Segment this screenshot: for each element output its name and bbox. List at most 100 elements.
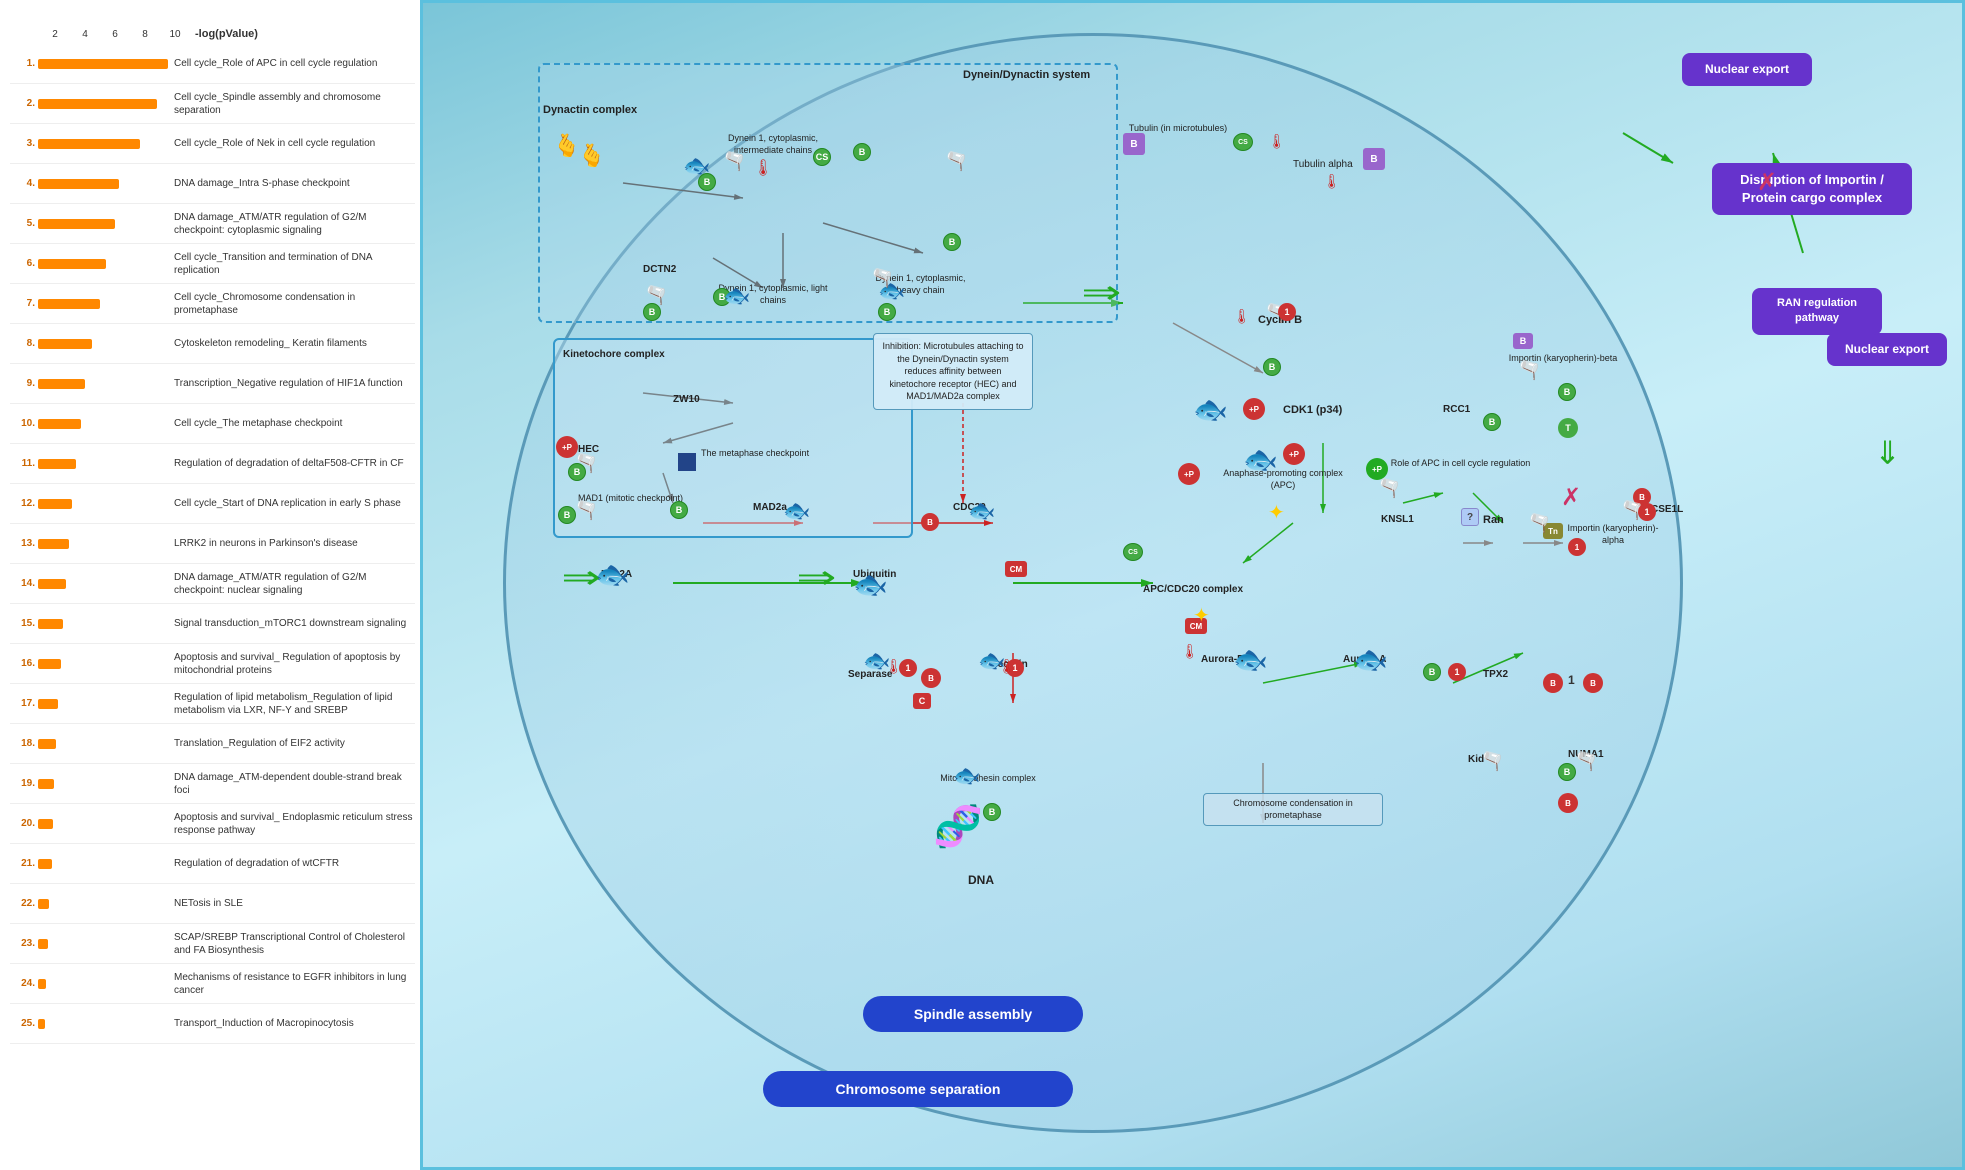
bar-container (38, 297, 168, 311)
list-item: 3.Cell cycle_Role of Nek in cell cycle r… (10, 124, 415, 164)
list-item: 5.DNA damage_ATM/ATR regulation of G2/M … (10, 204, 415, 244)
bar (38, 619, 63, 629)
badge-1-importin: 1 (1568, 538, 1586, 556)
bar (38, 299, 100, 309)
bar (38, 739, 56, 749)
green-arrow-ubiq: ⇒ (796, 558, 836, 596)
row-number: 9. (10, 378, 38, 389)
x-shape-disruption: ✗ (1757, 168, 1777, 197)
row-text: Transcription_Negative regulation of HIF… (168, 377, 415, 390)
protein-apc-role: 🫗 (1378, 478, 1400, 499)
row-number: 25. (10, 1018, 38, 1029)
row-text: Apoptosis and survival_ Regulation of ap… (168, 651, 415, 677)
bar (38, 779, 54, 789)
bar-container (38, 817, 168, 831)
bar (38, 939, 48, 949)
row-text: DNA damage_ATM-dependent double-strand b… (168, 771, 415, 797)
row-number: 10. (10, 418, 38, 429)
row-number: 20. (10, 818, 38, 829)
bar (38, 179, 119, 189)
bar-container (38, 97, 168, 111)
anaphase-apc-label: Anaphase-promoting complex (APC) (1213, 468, 1353, 491)
bar-container (38, 617, 168, 631)
tpx2-label: TPX2 (1483, 668, 1508, 681)
row-number: 15. (10, 618, 38, 629)
badge-1-cse1l: 1 (1638, 503, 1656, 521)
rows-container: 1.Cell cycle_Role of APC in cell cycle r… (10, 44, 415, 1044)
disruption-importin-box: Disruption of Importin / Protein cargo c… (1712, 163, 1912, 215)
ran-label: Ran (1483, 513, 1504, 527)
badge-b-2: B (853, 143, 871, 161)
protein-kid: 🫗 (1481, 751, 1503, 772)
badge-cs-1: CS (813, 148, 831, 166)
row-number: 3. (10, 138, 38, 149)
badge-b-tubulin: B (1363, 148, 1385, 170)
dynein-dynactin-box (538, 63, 1118, 323)
cohesin-label: Mitotic cohesin complex (923, 773, 1053, 785)
bar (38, 219, 115, 229)
badge-p-role-apc: +P (1366, 458, 1388, 480)
bar-container (38, 897, 168, 911)
bar (38, 699, 58, 709)
row-text: Translation_Regulation of EIF2 activity (168, 737, 415, 750)
row-number: 7. (10, 298, 38, 309)
badge-1-aurora-a: 1 (1448, 663, 1466, 681)
list-item: 13.LRRK2 in neurons in Parkinson's disea… (10, 524, 415, 564)
row-number: 11. (10, 458, 38, 469)
row-text: Regulation of degradation of wtCFTR (168, 857, 415, 870)
badge-1-cyclin: 1 (1278, 303, 1296, 321)
star-apc-cdc20: ✦ (1193, 603, 1210, 628)
spindle-assembly-oval: Spindle assembly (863, 996, 1083, 1032)
badge-b-importin-connection: B (1513, 333, 1533, 349)
row-number: 16. (10, 658, 38, 669)
tick-10: 10 (160, 29, 190, 40)
inhibition-box: Inhibition: Microtubules attaching to th… (873, 333, 1033, 410)
tick-8: 8 (130, 29, 160, 40)
row-text: Transport_Induction of Macropinocytosis (168, 1017, 415, 1030)
row-number: 19. (10, 778, 38, 789)
tubulin-micro-label: Tubulin (in microtubules) (1113, 123, 1243, 135)
tubulin-alpha-label: Tubulin alpha (1293, 158, 1353, 171)
axis-label: -log(pValue) (195, 28, 258, 40)
green-arrow-1: ⇒ (1081, 273, 1121, 311)
right-panel[interactable]: Dynactin complex Dynein/Dynactin system … (420, 0, 1965, 1170)
cdk1-label: CDK1 (p34) (1283, 403, 1342, 417)
row-text: Mechanisms of resistance to EGFR inhibit… (168, 971, 415, 997)
bar (38, 659, 61, 669)
bar (38, 59, 168, 69)
list-item: 22.NETosis in SLE (10, 884, 415, 924)
badge-c-securin: C (913, 693, 931, 709)
badge-p-cdk1-2: +P (1283, 443, 1305, 465)
kinetochore-box (553, 338, 913, 538)
fish-separase: 🐟 (863, 648, 890, 674)
chr-condensation-label: Chromosome condensation in prometaphase (1203, 793, 1383, 826)
list-item: 18.Translation_Regulation of EIF2 activi… (10, 724, 415, 764)
row-text: Cell cycle_Spindle assembly and chromoso… (168, 91, 415, 117)
badge-b-importin-b: B (1558, 383, 1576, 401)
bar-container (38, 737, 168, 751)
bar-container (38, 257, 168, 271)
list-item: 1.Cell cycle_Role of APC in cell cycle r… (10, 44, 415, 84)
dctn2-label: DCTN2 (643, 263, 676, 276)
axis-header: 2 4 6 8 10 -log(pValue) (10, 10, 415, 40)
badge-p-cdk1: +P (1243, 398, 1265, 420)
bar-container (38, 937, 168, 951)
row-text: Cell cycle_Role of APC in cell cycle reg… (168, 57, 415, 70)
bar (38, 379, 85, 389)
badge-cs-cdc20: CS (1123, 543, 1143, 561)
protein-dynein-heavy: 🫗 (871, 268, 893, 289)
fish-cohesin: 🐟 (953, 763, 980, 789)
bar (38, 99, 157, 109)
list-item: 11.Regulation of degradation of deltaF50… (10, 444, 415, 484)
bar (38, 259, 106, 269)
x-shape-importin-alpha: ✗ (1561, 483, 1581, 512)
bar-container (38, 217, 168, 231)
list-item: 25. Transport_Induction of Macropinocytos… (10, 1004, 415, 1044)
badge-b-cyclin: B (1263, 358, 1281, 376)
row-number: 12. (10, 498, 38, 509)
dna-label: DNA (968, 873, 994, 889)
nuclear-export-1-box: Nuclear export (1682, 53, 1812, 86)
protein-importin-a: 🫗 (1528, 513, 1550, 534)
badge-b-mad1: B (558, 506, 576, 524)
nuclear-export-2-box: Nuclear export (1827, 333, 1947, 366)
